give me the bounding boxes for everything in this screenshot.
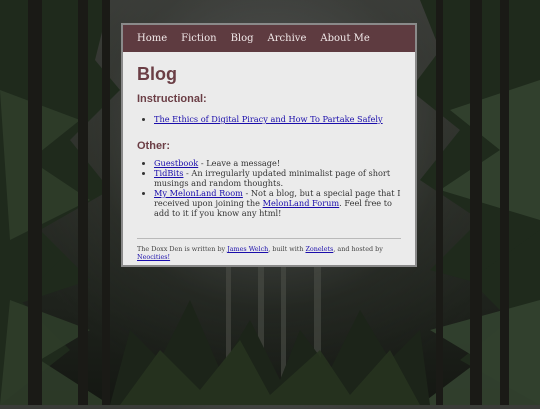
tidbits-link[interactable]: TidBits [154, 168, 183, 178]
list-item: TidBits - An irregularly updated minimal… [154, 168, 401, 188]
section-heading-instructional: Instructional: [137, 93, 207, 105]
top-nav: Home Fiction Blog Archive About Me [123, 25, 415, 52]
main-content: Blog Instructional: The Ethics of Digita… [123, 52, 415, 261]
content-card: Home Fiction Blog Archive About Me Blog … [121, 23, 417, 267]
nav-about-me-link[interactable]: About Me [320, 33, 369, 44]
author-link[interactable]: James Welch [227, 245, 268, 253]
guestbook-link[interactable]: Guestbook [154, 158, 198, 168]
instructional-list: The Ethics of Digital Piracy and How To … [137, 114, 401, 124]
ethics-piracy-link[interactable]: The Ethics of Digital Piracy and How To … [154, 114, 383, 124]
list-item: Guestbook - Leave a message! [154, 158, 401, 168]
nav-archive-link[interactable]: Archive [268, 33, 307, 44]
page-title: Blog [137, 64, 177, 84]
footer: The Doxx Den is written by James Welch, … [137, 239, 401, 261]
tidbits-description: - An irregularly updated minimalist page… [154, 168, 391, 188]
list-item: My MelonLand Room - Not a blog, but a sp… [154, 188, 401, 218]
melonland-forum-link[interactable]: MelonLand Forum [263, 198, 340, 208]
neocities-link[interactable]: Neocities! [137, 253, 170, 261]
list-item: The Ethics of Digital Piracy and How To … [154, 114, 401, 124]
footer-mid-1: , built with [268, 245, 306, 253]
guestbook-description: - Leave a message! [198, 158, 281, 168]
nav-fiction-link[interactable]: Fiction [181, 33, 216, 44]
footer-mid-2: , and hosted by [333, 245, 383, 253]
zonelets-link[interactable]: Zonelets [305, 245, 333, 253]
melonland-room-link[interactable]: My MelonLand Room [154, 188, 243, 198]
section-heading-other: Other: [137, 140, 170, 152]
other-list: Guestbook - Leave a message! TidBits - A… [137, 158, 401, 218]
nav-home-link[interactable]: Home [137, 33, 167, 44]
nav-blog-link[interactable]: Blog [231, 33, 254, 44]
footer-prefix: The Doxx Den is written by [137, 245, 228, 253]
